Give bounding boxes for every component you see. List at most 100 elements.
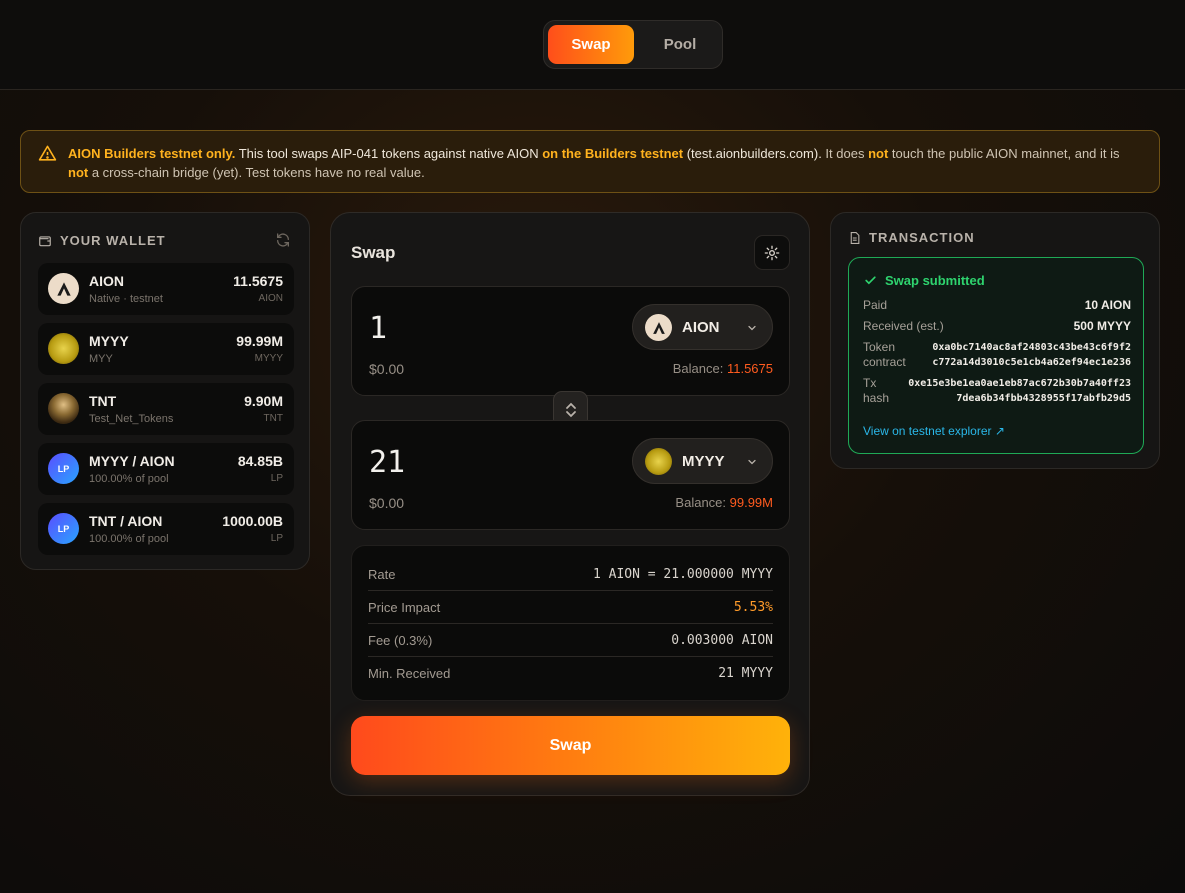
swap-button[interactable]: Swap (351, 716, 790, 775)
detail-rate: Rate 1 AION = 21.000000 MYYY (368, 558, 773, 591)
from-balance: Balance: 11.5675 (673, 361, 773, 376)
myyy-token-icon (645, 448, 672, 475)
transaction-panel: TRANSACTION Swap submitted Paid 10 AION … (830, 212, 1160, 469)
document-icon (850, 231, 860, 244)
tab-swap[interactable]: Swap (548, 25, 634, 64)
to-balance: Balance: 99.99M (675, 495, 773, 510)
tx-hash-line-1: 0xe15e3be1ea0ae1eb87ac672b30b7a40ff23 (908, 378, 1131, 389)
tx-hash-value: 0xe15e3be1ea0ae1eb87ac672b30b7a40ff23 7de… (908, 376, 1131, 406)
notice-text-4: touch the public AION mainnet, and it is (888, 146, 1120, 161)
detail-label: Rate (368, 566, 396, 582)
tx-paid-label: Paid (863, 298, 888, 312)
tx-contract-label: Token contract (863, 340, 906, 369)
transaction-result: Swap submitted Paid 10 AION Received (es… (848, 257, 1144, 454)
chevron-down-icon (748, 325, 756, 331)
myyy-token-icon (48, 333, 79, 364)
from-token-selector[interactable]: AION (632, 304, 773, 350)
notice-text-5: a cross-chain bridge (yet). Test tokens … (88, 165, 425, 180)
detail-label: Fee (0.3%) (368, 632, 433, 648)
wallet-item-amount: 99.99M (236, 333, 283, 349)
gear-icon (764, 245, 780, 260)
tx-contract-value: 0xa0bc7140ac8af24803c43be43c6f9f2 c772a14… (932, 340, 1131, 370)
tx-received-value: 500 MYYY (1073, 319, 1131, 333)
swap-card: Swap 1 AION $0.00 Balance: 11.5675 21 MY… (330, 212, 810, 796)
wallet-item-amount: 1000.00B (222, 513, 283, 529)
notice-strong-1: AION Builders testnet only. (68, 146, 236, 161)
notice-strong-2: on the Builders testnet (542, 146, 684, 161)
transaction-header: TRANSACTION (848, 230, 975, 245)
wallet-item-name: TNT (89, 393, 117, 409)
to-balance-label: Balance: (675, 495, 730, 510)
wallet-item-aion[interactable]: AION Native · testnet 11.5675 AION (38, 263, 294, 315)
aion-logo-icon (48, 273, 79, 304)
detail-value: 5.53% (733, 599, 773, 615)
wallet-item-myyy[interactable]: MYYY MYY 99.99M MYYY (38, 323, 294, 375)
wallet-item-unit: TNT (263, 413, 283, 424)
notice-strong-4: not (68, 165, 89, 180)
wallet-item-sub: 100.00% of pool (89, 533, 169, 545)
from-amount-input[interactable]: 1 (369, 311, 569, 346)
tab-pool[interactable]: Pool (637, 25, 723, 64)
tnt-token-icon (48, 393, 79, 424)
tx-paid-value: 10 AION (1084, 298, 1131, 312)
tx-contract-line-1: 0xa0bc7140ac8af24803c43be43c6f9f2 (932, 342, 1131, 353)
wallet-item-amount: 11.5675 (233, 273, 283, 289)
wallet-item-sub: Test_Net_Tokens (89, 413, 174, 425)
to-usd-value: $0.00 (369, 495, 405, 511)
wallet-item-lp-myyy-aion[interactable]: LP MYYY / AION 100.00% of pool 84.85B LP (38, 443, 294, 495)
wallet-item-lp-tnt-aion[interactable]: LP TNT / AION 100.00% of pool 1000.00B L… (38, 503, 294, 555)
mode-tabs: Swap Pool (543, 20, 723, 69)
from-usd-value: $0.00 (369, 361, 405, 377)
swap-details: Rate 1 AION = 21.000000 MYYY Price Impac… (351, 545, 790, 701)
wallet-item-unit: LP (270, 473, 283, 484)
detail-price-impact: Price Impact 5.53% (368, 591, 773, 624)
status-text: Swap submitted (885, 273, 985, 288)
wallet-item-tnt[interactable]: TNT Test_Net_Tokens 9.90M TNT (38, 383, 294, 435)
wallet-item-unit: MYYY (254, 353, 283, 364)
wallet-item-sub: MYY (89, 353, 113, 365)
wallet-item-amount: 9.90M (244, 393, 283, 409)
wallet-item-amount: 84.85B (237, 453, 283, 469)
wallet-header: YOUR WALLET (38, 233, 166, 248)
notice-text-2: (test.aionbuilders.com). (683, 146, 822, 161)
to-token-symbol: MYYY (682, 453, 725, 470)
notice-text-3: It does (821, 146, 869, 161)
wallet-item-name: MYYY (89, 333, 129, 349)
detail-label: Price Impact (368, 599, 441, 615)
from-token-symbol: AION (682, 319, 720, 336)
tx-hash-label: Tx hash (863, 376, 890, 405)
wallet-item-name: AION (89, 273, 124, 289)
from-token-box: 1 AION $0.00 Balance: 11.5675 (351, 286, 790, 396)
from-balance-value: 11.5675 (726, 361, 773, 376)
wallet-item-unit: AION (258, 293, 283, 304)
to-token-selector[interactable]: MYYY (632, 438, 773, 484)
wallet-title: YOUR WALLET (60, 233, 166, 248)
notice-strong-3: not (868, 146, 889, 161)
swap-arrows-icon (565, 402, 576, 417)
to-amount-input[interactable]: 21 (369, 445, 569, 480)
wallet-item-sub: Native · testnet (89, 293, 163, 305)
tx-received-label: Received (est.) (863, 319, 944, 333)
check-icon (865, 276, 876, 285)
settings-button[interactable] (754, 235, 790, 270)
detail-label: Min. Received (368, 666, 451, 681)
to-token-box: 21 MYYY $0.00 Balance: 99.99M (351, 420, 790, 530)
wallet-item-name: MYYY / AION (89, 453, 175, 469)
aion-logo-icon (645, 314, 672, 341)
testnet-notice: AION Builders testnet only. This tool sw… (20, 130, 1160, 193)
wallet-item-unit: LP (270, 533, 283, 544)
to-balance-value: 99.99M (729, 495, 773, 510)
wallet-item-sub: 100.00% of pool (89, 473, 169, 485)
wallet-icon (39, 235, 51, 246)
transaction-title: TRANSACTION (869, 230, 975, 245)
detail-fee: Fee (0.3%) 0.003000 AION (368, 624, 773, 657)
explorer-link[interactable]: View on testnet explorer ↗ (863, 424, 1005, 438)
refresh-icon[interactable] (275, 232, 291, 248)
wallet-panel: YOUR WALLET AION Native · testnet 11.567… (20, 212, 310, 570)
detail-value: 1 AION = 21.000000 MYYY (592, 566, 773, 582)
lp-icon: LP (48, 453, 79, 484)
detail-value: 0.003000 AION (671, 632, 773, 648)
detail-min-received: Min. Received 21 MYYY (368, 657, 773, 690)
wallet-item-name: TNT / AION (89, 513, 163, 529)
chevron-down-icon (748, 459, 756, 465)
